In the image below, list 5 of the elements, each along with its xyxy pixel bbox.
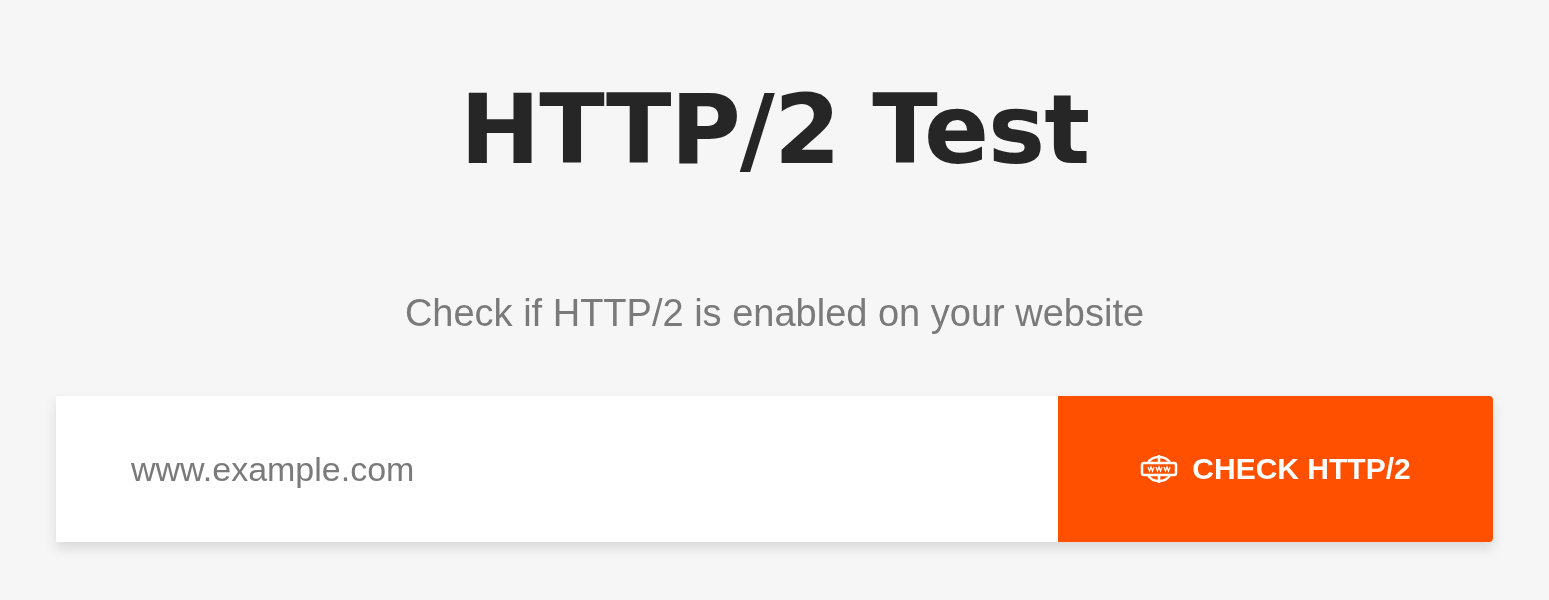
globe-banner-icon <box>1140 454 1179 484</box>
check-button[interactable]: CHECK HTTP/2 <box>1058 396 1493 542</box>
url-input-field[interactable]: www.example.com <box>56 396 1058 542</box>
page-subtitle: Check if HTTP/2 is enabled on your website <box>404 291 1145 336</box>
page-title: HTTP/2 Test <box>460 73 1089 188</box>
